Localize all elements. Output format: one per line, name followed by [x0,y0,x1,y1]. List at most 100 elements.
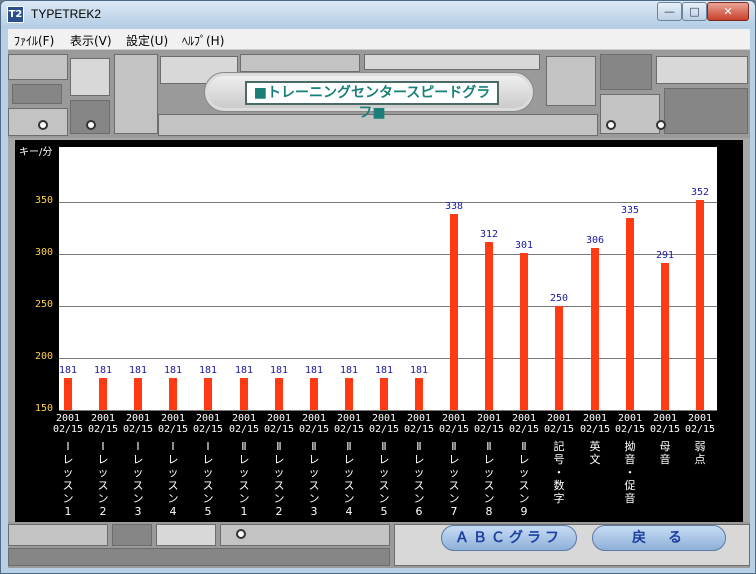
x-date-label: 2001 02/15 [368,413,400,435]
bar-value-label: 312 [479,229,499,240]
minimize-icon: — [664,5,675,18]
x-date-label: 2001 02/15 [263,413,295,435]
menu-view[interactable]: 表示(V) [70,32,112,49]
bar [310,378,318,410]
bar-value-label: 181 [409,365,429,376]
speed-chart: キー/分 150 200 250 300 350 181 181 181 181 181 181 1… [15,140,743,522]
panel-plate [664,88,748,134]
x-category-label: Ⅱ レ ッ ス ン 9 [518,440,530,518]
abc-graph-button[interactable]: ＡＢＣグラフ [441,525,577,551]
bar [134,378,142,410]
minimize-button[interactable]: — [657,2,682,21]
x-date-label: 2001 02/15 [438,413,470,435]
x-date-label: 2001 02/15 [87,413,119,435]
bar-value-label: 181 [269,365,289,376]
panel-plate [156,524,216,546]
bar-value-label: 306 [585,235,605,246]
y-axis-label: キー/分 [19,147,53,158]
panel-plate [8,524,108,546]
x-category-label: Ⅰ レ ッ ス ン 2 [97,440,109,518]
bar-value-label: 181 [58,365,78,376]
panel-plate [12,84,62,104]
x-date-label: 2001 02/15 [192,413,224,435]
panel-plate [70,58,110,96]
bar [555,306,563,410]
gridline [59,306,717,307]
bar-value-label: 301 [514,240,534,251]
close-button[interactable]: ✕ [707,2,749,21]
bar-value-label: 181 [93,365,113,376]
x-category-label: Ⅰ レ ッ ス ン 4 [167,440,179,518]
x-category-label: 英 文 [589,440,601,466]
x-category-label: Ⅱ レ ッ ス ン 6 [413,440,425,518]
app-icon: T2 [7,6,24,23]
x-category-label: Ⅰ レ ッ ス ン 5 [202,440,214,518]
bar [415,378,423,410]
x-date-label: 2001 02/15 [684,413,716,435]
gridline [59,254,717,255]
bar-value-label: 181 [339,365,359,376]
x-date-label: 2001 02/15 [649,413,681,435]
bar [520,253,528,410]
y-tick-label: 300 [34,247,53,258]
bar [275,378,283,410]
menu-settings[interactable]: 設定(U) [126,32,168,49]
machinery-panel-top: ■トレーニングセンタースピードグラフ■ [8,50,750,138]
bar-value-label: 335 [620,205,640,216]
x-category-label: Ⅱ レ ッ ス ン 3 [308,440,320,518]
x-category-label: Ⅱ レ ッ ス ン 5 [378,440,390,518]
y-tick-label: 250 [34,299,53,310]
bar [99,378,107,410]
x-date-label: 2001 02/15 [543,413,575,435]
bar-value-label: 181 [304,365,324,376]
bar [450,214,458,410]
x-category-label: Ⅱ レ ッ ス ン 8 [483,440,495,518]
close-icon: ✕ [723,5,733,18]
banner-frame: ■トレーニングセンタースピードグラフ■ [204,72,534,121]
panel-plate [364,54,540,70]
bar [64,378,72,410]
x-date-label: 2001 02/15 [333,413,365,435]
bar-value-label: 338 [444,201,464,212]
screw-icon [86,120,96,130]
bar [345,378,353,410]
panel-plate [600,54,652,90]
maximize-button[interactable]: □ [682,2,707,21]
back-button[interactable]: 戻 る [592,525,726,551]
gridline [59,358,717,359]
x-category-label: 弱 点 [694,440,706,466]
panel-plate [8,548,390,566]
page-title: ■トレーニングセンタースピードグラフ■ [245,81,499,121]
panel-plate [114,54,158,134]
menu-bar: ﾌｧｲﾙ(F) 表示(V) 設定(U) ﾍﾙﾌﾟ(H) [8,29,750,50]
app-window: T2 TYPETREK2 — □ ✕ ﾌｧｲﾙ(F) 表示(V) 設定(U) ﾍ… [0,0,756,574]
menu-help[interactable]: ﾍﾙﾌﾟ(H) [182,32,224,49]
bar-value-label: 181 [234,365,254,376]
x-date-label: 2001 02/15 [52,413,84,435]
bar [380,378,388,410]
bar [485,242,493,410]
window-title: TYPETREK2 [31,7,102,21]
title-bar[interactable]: T2 TYPETREK2 — □ ✕ [1,1,755,28]
x-date-label: 2001 02/15 [228,413,260,435]
gridline [59,202,717,203]
menu-file[interactable]: ﾌｧｲﾙ(F) [14,32,54,49]
x-date-label: 2001 02/15 [579,413,611,435]
x-category-label: 拗 音 ・ 促 音 [624,440,636,505]
screw-icon [38,120,48,130]
x-date-label: 2001 02/15 [508,413,540,435]
x-category-label: Ⅱ レ ッ ス ン 2 [273,440,285,518]
bar-value-label: 291 [655,250,675,261]
panel-plate [656,56,748,84]
bar-value-label: 181 [163,365,183,376]
panel-plate [8,54,68,80]
bar-value-label: 181 [198,365,218,376]
x-date-label: 2001 02/15 [298,413,330,435]
bar [591,248,599,410]
maximize-icon: □ [689,5,700,18]
x-category-label: 母 音 [659,440,671,466]
x-date-label: 2001 02/15 [122,413,154,435]
panel-plate [240,54,360,72]
panel-plate [546,56,596,106]
bar [240,378,248,410]
